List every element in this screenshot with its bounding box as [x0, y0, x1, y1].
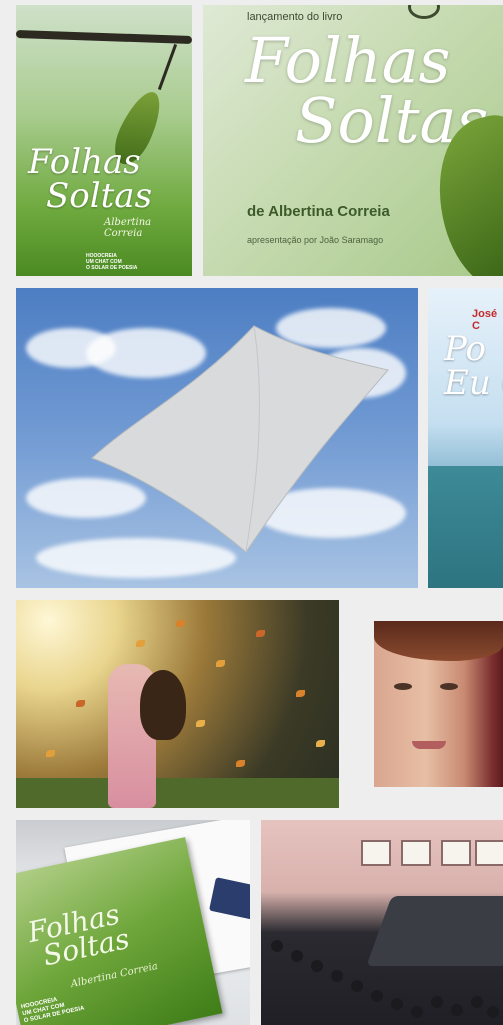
audience-head [291, 950, 303, 962]
audience-head [471, 996, 483, 1008]
falling-leaf-graphic [256, 630, 265, 637]
cover-title-line2: Eu C [444, 363, 503, 403]
window-graphic [401, 840, 431, 866]
eye-graphic [394, 683, 412, 690]
image-result-book-cover[interactable]: Folhas Soltas Albertina Correia HOOOCREI… [16, 5, 192, 276]
eye-graphic [440, 683, 458, 690]
window-graphic [361, 840, 391, 866]
cover-title: Po Eu C [444, 332, 503, 400]
window-graphic [475, 840, 503, 866]
cover-author: Albertina Correia [104, 217, 152, 239]
cover-title-line1: Folhas [28, 142, 141, 182]
falling-leaf-graphic [76, 700, 85, 707]
mouth-graphic [412, 741, 446, 749]
audience-head [371, 990, 383, 1002]
branch-graphic [16, 29, 192, 45]
cover-title: Folhas Soltas [28, 145, 192, 213]
publisher-line: O SOLAR DE POESIA [86, 265, 138, 271]
audience-head [411, 1006, 423, 1018]
audience-head [351, 980, 363, 992]
image-result-paper-in-sky[interactable] [16, 288, 418, 588]
stage-graphic [366, 896, 503, 966]
audience-head [331, 970, 343, 982]
cover-title-line1: Po [444, 329, 486, 369]
falling-leaf-graphic [216, 660, 225, 667]
falling-leaf-graphic [236, 760, 245, 767]
poster-title-line1: Folhas [245, 24, 451, 97]
poster-kicker: lançamento do livro [247, 11, 343, 23]
poster-presenter: apresentação por João Saramago [247, 235, 384, 245]
poster-title: Folhas Soltas [245, 24, 488, 152]
audience-head [431, 996, 443, 1008]
falling-leaf-graphic [176, 620, 185, 627]
image-result-portrait[interactable] [374, 621, 503, 787]
flying-paper-graphic [91, 325, 389, 553]
audience-head [311, 960, 323, 972]
hair-graphic [140, 670, 186, 740]
image-result-book-on-desk[interactable]: Folhas Soltas Albertina Correia HOOOCREI… [16, 820, 250, 1025]
poster-byline: de Albertina Correia [247, 203, 390, 220]
sea-graphic [428, 466, 503, 588]
hair-graphic [374, 621, 503, 661]
falling-leaf-graphic [196, 720, 205, 727]
cover-publisher: HOOOCREIA UM CHAT COM O SOLAR DE POESIA [86, 253, 137, 271]
grass-graphic [16, 778, 339, 808]
audience-head [487, 1006, 499, 1018]
audience-head [451, 1004, 463, 1016]
image-result-autumn-leaves[interactable] [16, 600, 339, 808]
image-result-launch-poster[interactable]: lançamento do livro Folhas Soltas de Alb… [203, 5, 503, 276]
cover-title-line2: Soltas [46, 176, 153, 216]
image-result-audience-hall[interactable] [261, 820, 503, 1025]
image-result-book-cover-partial[interactable]: José C Po Eu C [428, 288, 503, 588]
window-graphic [441, 840, 471, 866]
audience-head [391, 998, 403, 1010]
falling-leaf-graphic [136, 640, 145, 647]
falling-leaf-graphic [296, 690, 305, 697]
falling-leaf-graphic [316, 740, 325, 747]
ring-graphic [408, 5, 440, 19]
audience-head [271, 940, 283, 952]
falling-leaf-graphic [46, 750, 55, 757]
leaf-stem-graphic [157, 43, 178, 91]
